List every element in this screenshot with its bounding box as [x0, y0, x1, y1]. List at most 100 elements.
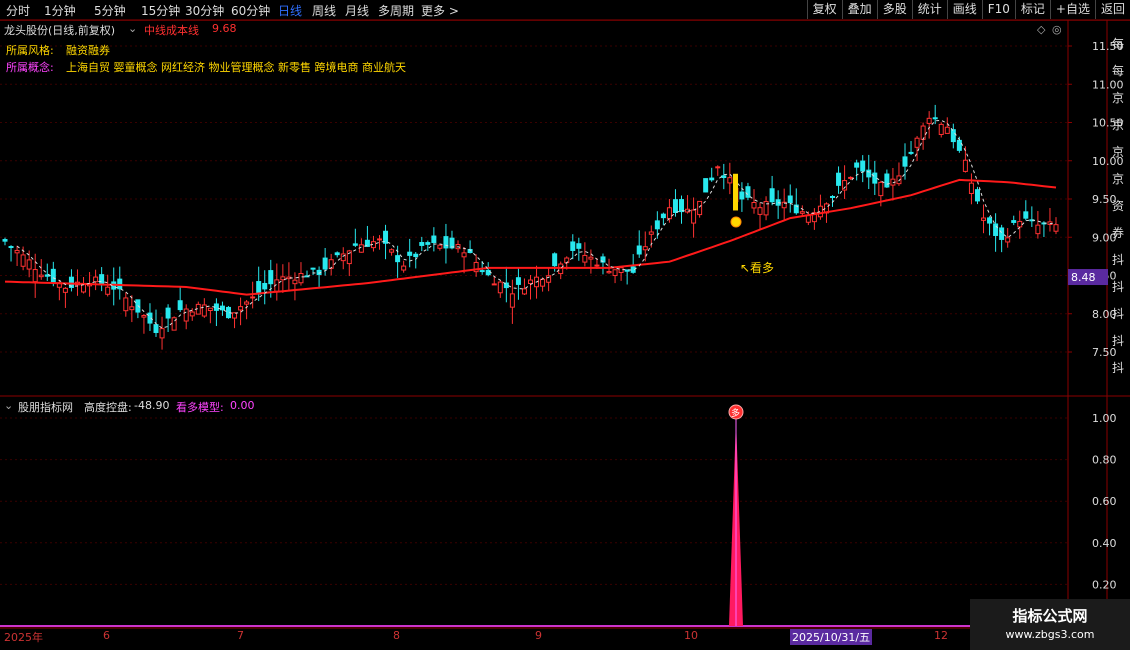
candle-body	[268, 270, 274, 285]
candle-body	[691, 209, 697, 224]
style-value: 融资融券	[66, 44, 110, 57]
candle-body	[14, 249, 20, 254]
signal-bar	[733, 173, 738, 211]
candle-body	[769, 188, 775, 203]
candle-body	[207, 307, 213, 311]
candle-body	[99, 274, 105, 285]
right-strip-char: 每	[1112, 36, 1124, 51]
settings-circle-icon[interactable]: ◎	[1052, 23, 1062, 36]
candle-body	[105, 286, 111, 295]
sub-tick-label: 1.00	[1092, 412, 1117, 425]
candle-body	[799, 211, 805, 214]
candle-body	[660, 213, 666, 219]
candle-body	[739, 191, 745, 200]
candle-body	[1053, 224, 1059, 232]
kline-chart[interactable]: 11.5011.0010.5010.009.509.008.508.007.50…	[0, 0, 1130, 650]
candle-body	[292, 279, 298, 285]
candle-body	[908, 151, 914, 154]
crosshair-date-label: 2025/10/31/五	[790, 629, 873, 645]
candle-body	[334, 252, 340, 256]
candle-body	[648, 231, 654, 235]
watermark-title: 指标公式网	[1012, 607, 1088, 625]
candle-body	[860, 160, 866, 172]
candle-body	[974, 189, 980, 202]
candle-body	[721, 175, 727, 179]
watermark-url: www.zbgs3.com	[1005, 628, 1095, 641]
chart-title: 龙头股份(日线,前复权)	[4, 24, 116, 37]
candle-body	[238, 306, 244, 311]
sub-tick-label: 0.60	[1092, 495, 1117, 508]
candle-body	[358, 244, 364, 253]
candle-body	[1005, 237, 1011, 243]
right-strip-char: 券	[1112, 225, 1124, 240]
candle-body	[141, 315, 147, 318]
candle-body	[612, 269, 618, 277]
candle-body	[413, 253, 419, 258]
candle-body	[950, 129, 956, 143]
candle-body	[1023, 211, 1029, 219]
candle-body	[878, 181, 884, 197]
candle-body	[1017, 220, 1023, 228]
candle-body	[26, 259, 32, 270]
candle-body	[956, 139, 962, 151]
candle-body	[920, 125, 926, 140]
candle-body	[902, 156, 908, 167]
candle-body	[461, 252, 467, 258]
candle-body	[666, 207, 672, 220]
candle-body	[654, 220, 660, 230]
candle-body	[999, 227, 1005, 240]
candle-body	[962, 159, 968, 172]
candle-body	[830, 195, 836, 198]
candle-body	[376, 238, 382, 241]
candle-body	[262, 282, 268, 290]
concept-value: 上海自贸 婴童概念 网红经济 物业管理概念 新零售 跨境电商 商业航天	[66, 61, 406, 74]
diamond-icon[interactable]: ◇	[1037, 23, 1045, 36]
candle-body	[697, 200, 703, 216]
candle-body	[848, 176, 854, 179]
signal-marker-icon	[730, 216, 742, 228]
candle-body	[407, 251, 413, 256]
candle-body	[938, 123, 944, 135]
candle-body	[38, 274, 44, 278]
candle-body	[987, 217, 993, 224]
candle-body	[159, 328, 165, 339]
candle-body	[836, 172, 842, 186]
candle-body	[588, 256, 594, 260]
candle-body	[884, 173, 890, 188]
sub-tick-label: 0.40	[1092, 537, 1117, 550]
date-label: 10	[684, 629, 698, 642]
right-strip-char: 京	[1112, 91, 1124, 105]
candle-body	[250, 296, 256, 299]
candle-body	[787, 195, 793, 204]
candle-body	[183, 308, 189, 322]
candle-body	[165, 307, 171, 319]
candle-body	[854, 162, 860, 168]
signal-label: ↖看多	[740, 261, 774, 275]
date-label: 8	[393, 629, 400, 642]
candle-body	[419, 242, 425, 246]
candle-body	[1035, 224, 1041, 235]
candle-body	[757, 207, 763, 215]
candlestick-series	[2, 104, 1059, 350]
candle-body	[352, 243, 358, 246]
sub-tick-label: 0.20	[1092, 578, 1117, 591]
sub-indicator-dropdown-icon[interactable]: ⌄	[4, 399, 13, 412]
candle-body	[872, 172, 878, 184]
candle-body	[189, 311, 195, 317]
candle-body	[123, 297, 129, 312]
candle-body	[932, 117, 938, 120]
candle-body	[1011, 220, 1017, 223]
candle-body	[528, 279, 533, 285]
indicator-dropdown-icon[interactable]: ⌄	[128, 22, 137, 35]
candle-body	[401, 265, 407, 271]
candle-body	[727, 177, 733, 184]
date-label: 2025年	[4, 631, 43, 644]
candle-body	[201, 304, 207, 317]
candle-body	[993, 223, 999, 236]
candle-body	[497, 281, 503, 294]
candle-body	[153, 324, 159, 333]
concept-label: 所属概念:	[6, 61, 54, 74]
candle-body	[944, 126, 950, 134]
candle-body	[866, 169, 872, 178]
candle-body	[515, 277, 521, 285]
